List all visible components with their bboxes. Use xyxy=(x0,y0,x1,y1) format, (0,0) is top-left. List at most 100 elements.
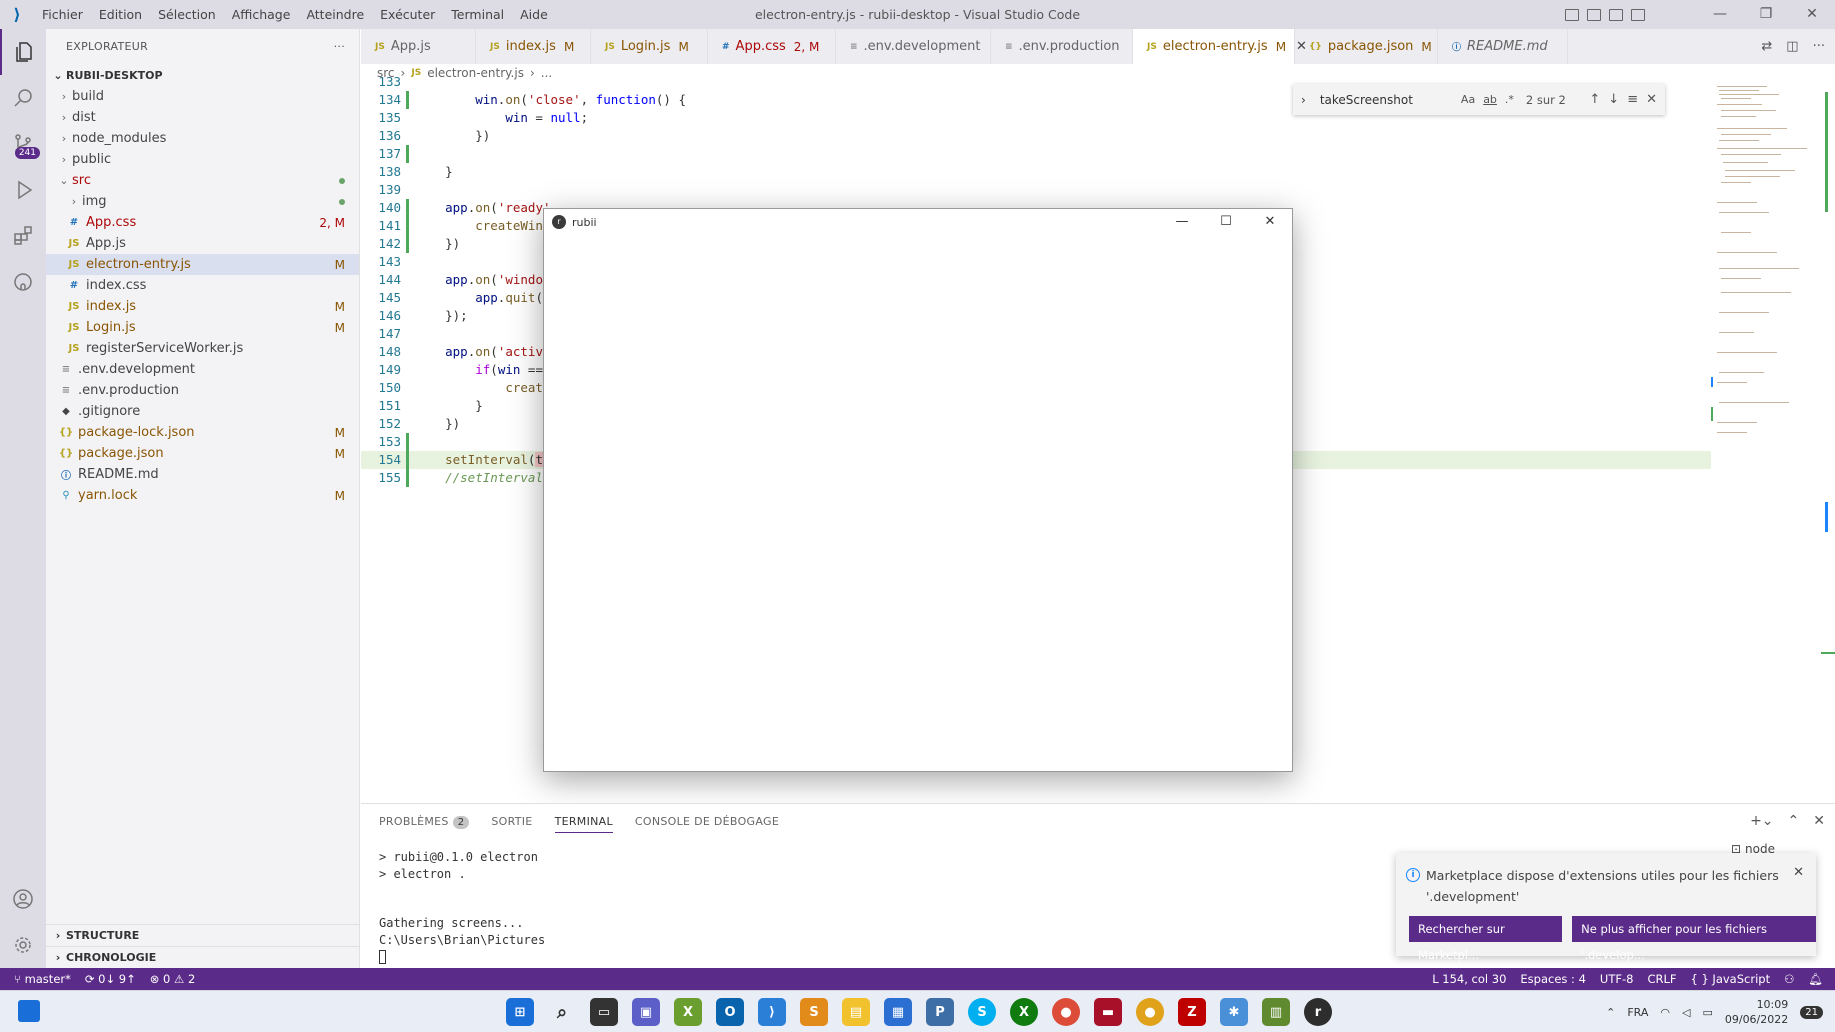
tree-folder-src[interactable]: ⌄ src xyxy=(46,170,359,191)
notification-count-badge[interactable]: 21 xyxy=(1800,1005,1823,1019)
search-icon[interactable]: ⌕ xyxy=(548,998,576,1026)
tab-app-css[interactable]: # App.css 2, M xyxy=(708,29,836,64)
menu-atteindre[interactable]: Atteindre xyxy=(298,0,372,29)
battery-icon[interactable]: ▭ xyxy=(1702,1006,1712,1019)
line-ending[interactable]: CRLF xyxy=(1647,972,1676,986)
live-share-icon[interactable]: ⚇ xyxy=(1784,972,1794,986)
tree-file-gitignore[interactable]: ◆ .gitignore xyxy=(46,401,359,422)
tab-env-production[interactable]: ≡ .env.production xyxy=(991,29,1133,64)
monitor-icon[interactable]: ▥ xyxy=(1262,998,1290,1026)
chrome-icon[interactable]: ● xyxy=(1052,998,1080,1026)
python-icon[interactable]: P xyxy=(926,998,954,1026)
tree-file-index-css[interactable]: # index.css xyxy=(46,275,359,296)
match-case-toggle[interactable]: Aa xyxy=(1461,93,1475,106)
menu-executer[interactable]: Exécuter xyxy=(372,0,443,29)
run-debug-icon[interactable] xyxy=(0,167,46,213)
menu-terminal[interactable]: Terminal xyxy=(443,0,512,29)
tree-folder-dist[interactable]: › dist xyxy=(46,107,359,128)
encoding[interactable]: UTF-8 xyxy=(1600,972,1634,986)
split-editor-icon[interactable]: ◫ xyxy=(1786,39,1798,54)
outlook-icon[interactable]: O xyxy=(716,998,744,1026)
tree-file-readme-md[interactable]: ⓘ README.md xyxy=(46,464,359,485)
customize-layout-icon[interactable] xyxy=(1631,8,1645,21)
dont-show-again-button[interactable]: Ne plus afficher pour les fichiers '.dev… xyxy=(1572,916,1816,962)
menu-edition[interactable]: Edition xyxy=(91,0,150,29)
menu-aide[interactable]: Aide xyxy=(512,0,556,29)
close-icon[interactable]: ✕ xyxy=(1789,0,1835,29)
vscode-taskbar-icon[interactable]: ⟩ xyxy=(758,998,786,1026)
menu-selection[interactable]: Sélection xyxy=(150,0,224,29)
toggle-secondary-sidebar-icon[interactable] xyxy=(1609,8,1623,21)
tab-problems[interactable]: PROBLÈMES 2 xyxy=(379,815,470,829)
tree-file-package-json[interactable]: {} package.json M xyxy=(46,443,359,464)
tree-file-register-sw-js[interactable]: JS registerServiceWorker.js xyxy=(46,338,359,359)
file-explorer-icon[interactable]: ▤ xyxy=(842,998,870,1026)
chevron-right-icon[interactable]: › xyxy=(1301,93,1306,107)
tree-file-env-production[interactable]: ≡ .env.production xyxy=(46,380,359,401)
filezilla-server-icon[interactable]: ▬ xyxy=(1094,998,1122,1026)
tab-readme-md[interactable]: ⓘ README.md xyxy=(1438,29,1568,64)
minimize-icon[interactable]: — xyxy=(1160,209,1204,235)
tab-output[interactable]: SORTIE xyxy=(491,815,532,828)
toggle-panel-icon[interactable] xyxy=(1587,8,1601,21)
tree-folder-build[interactable]: › build xyxy=(46,86,359,107)
wifi-icon[interactable]: ◠ xyxy=(1660,1006,1670,1019)
branch-indicator[interactable]: ⑂ master* xyxy=(14,972,71,986)
tree-file-electron-entry-js[interactable]: JS electron-entry.js M xyxy=(46,254,359,275)
more-actions-icon[interactable]: ··· xyxy=(334,40,345,53)
tree-file-env-development[interactable]: ≡ .env.development xyxy=(46,359,359,380)
maximize-icon[interactable]: ☐ xyxy=(1204,209,1248,235)
indentation[interactable]: Espaces : 4 xyxy=(1520,972,1586,986)
search-marketplace-button[interactable]: Rechercher sur Marketpl... xyxy=(1409,916,1563,962)
regex-toggle[interactable]: .* xyxy=(1505,93,1514,106)
menu-fichier[interactable]: Fichier xyxy=(34,0,91,29)
tree-file-app-js[interactable]: JS App.js xyxy=(46,233,359,254)
close-panel-icon[interactable]: ✕ xyxy=(1813,813,1825,829)
settings-app-icon[interactable]: ✱ xyxy=(1220,998,1248,1026)
rubii-app-window[interactable]: r rubii — ☐ ✕ xyxy=(543,208,1293,772)
xbox-icon[interactable]: X xyxy=(1010,998,1038,1026)
minimize-icon[interactable]: — xyxy=(1697,0,1743,29)
store-icon[interactable]: ▦ xyxy=(884,998,912,1026)
task-view-icon[interactable]: ▭ xyxy=(590,998,618,1026)
account-icon[interactable] xyxy=(0,876,46,922)
tree-file-login-js[interactable]: JS Login.js M xyxy=(46,317,359,338)
language-mode[interactable]: { } JavaScript xyxy=(1690,972,1770,986)
close-find-icon[interactable]: ✕ xyxy=(1646,92,1657,107)
extensions-icon[interactable] xyxy=(0,213,46,259)
menu-affichage[interactable]: Affichage xyxy=(224,0,299,29)
tab-electron-entry-js[interactable]: JS electron-entry.js M ✕ xyxy=(1133,29,1307,64)
problems-indicator[interactable]: ⊗ 0 ⚠ 2 xyxy=(150,972,196,986)
tab-login-js[interactable]: JS Login.js M xyxy=(591,29,708,64)
volume-icon[interactable]: ◁ xyxy=(1682,1006,1690,1019)
open-changes-icon[interactable]: ⇄ xyxy=(1761,39,1772,54)
close-icon[interactable]: ✕ xyxy=(1248,209,1292,235)
whole-word-toggle[interactable]: ab xyxy=(1483,93,1497,106)
tab-app-js[interactable]: JS App.js xyxy=(361,29,476,64)
tree-folder-img[interactable]: › img xyxy=(46,191,359,212)
arrow-down-icon[interactable]: ↓ xyxy=(1608,92,1619,107)
chevron-up-icon[interactable]: ⌃ xyxy=(1606,1006,1615,1019)
rubii-taskbar-icon[interactable]: r xyxy=(1304,998,1332,1026)
explorer-icon[interactable] xyxy=(0,29,46,75)
cursor-position[interactable]: L 154, col 30 xyxy=(1432,972,1506,986)
tree-folder-public[interactable]: › public xyxy=(46,149,359,170)
tree-folder-node-modules[interactable]: › node_modules xyxy=(46,128,359,149)
sublime-icon[interactable]: S xyxy=(800,998,828,1026)
minimap[interactable] xyxy=(1711,82,1821,802)
workspace-root[interactable]: ⌄ RUBII-DESKTOP xyxy=(46,64,359,86)
find-input[interactable]: takeScreenshot xyxy=(1314,89,1453,111)
widgets-icon[interactable] xyxy=(18,1000,40,1022)
chrome-canary-icon[interactable]: ● xyxy=(1136,998,1164,1026)
clock[interactable]: 10:09 09/06/2022 xyxy=(1725,997,1788,1027)
editor-scrollbar[interactable] xyxy=(1821,82,1835,802)
tree-file-index-js[interactable]: JS index.js M xyxy=(46,296,359,317)
filezilla-icon[interactable]: Z xyxy=(1178,998,1206,1026)
gear-icon[interactable] xyxy=(0,922,46,968)
teams-icon[interactable]: ▣ xyxy=(632,998,660,1026)
tab-index-js[interactable]: JS index.js M xyxy=(476,29,591,64)
more-actions-icon[interactable]: ··· xyxy=(1813,39,1825,54)
source-control-icon[interactable]: 241 xyxy=(0,121,46,167)
tree-file-package-lock-json[interactable]: {} package-lock.json M xyxy=(46,422,359,443)
tab-env-development[interactable]: ≡ .env.development xyxy=(836,29,991,64)
